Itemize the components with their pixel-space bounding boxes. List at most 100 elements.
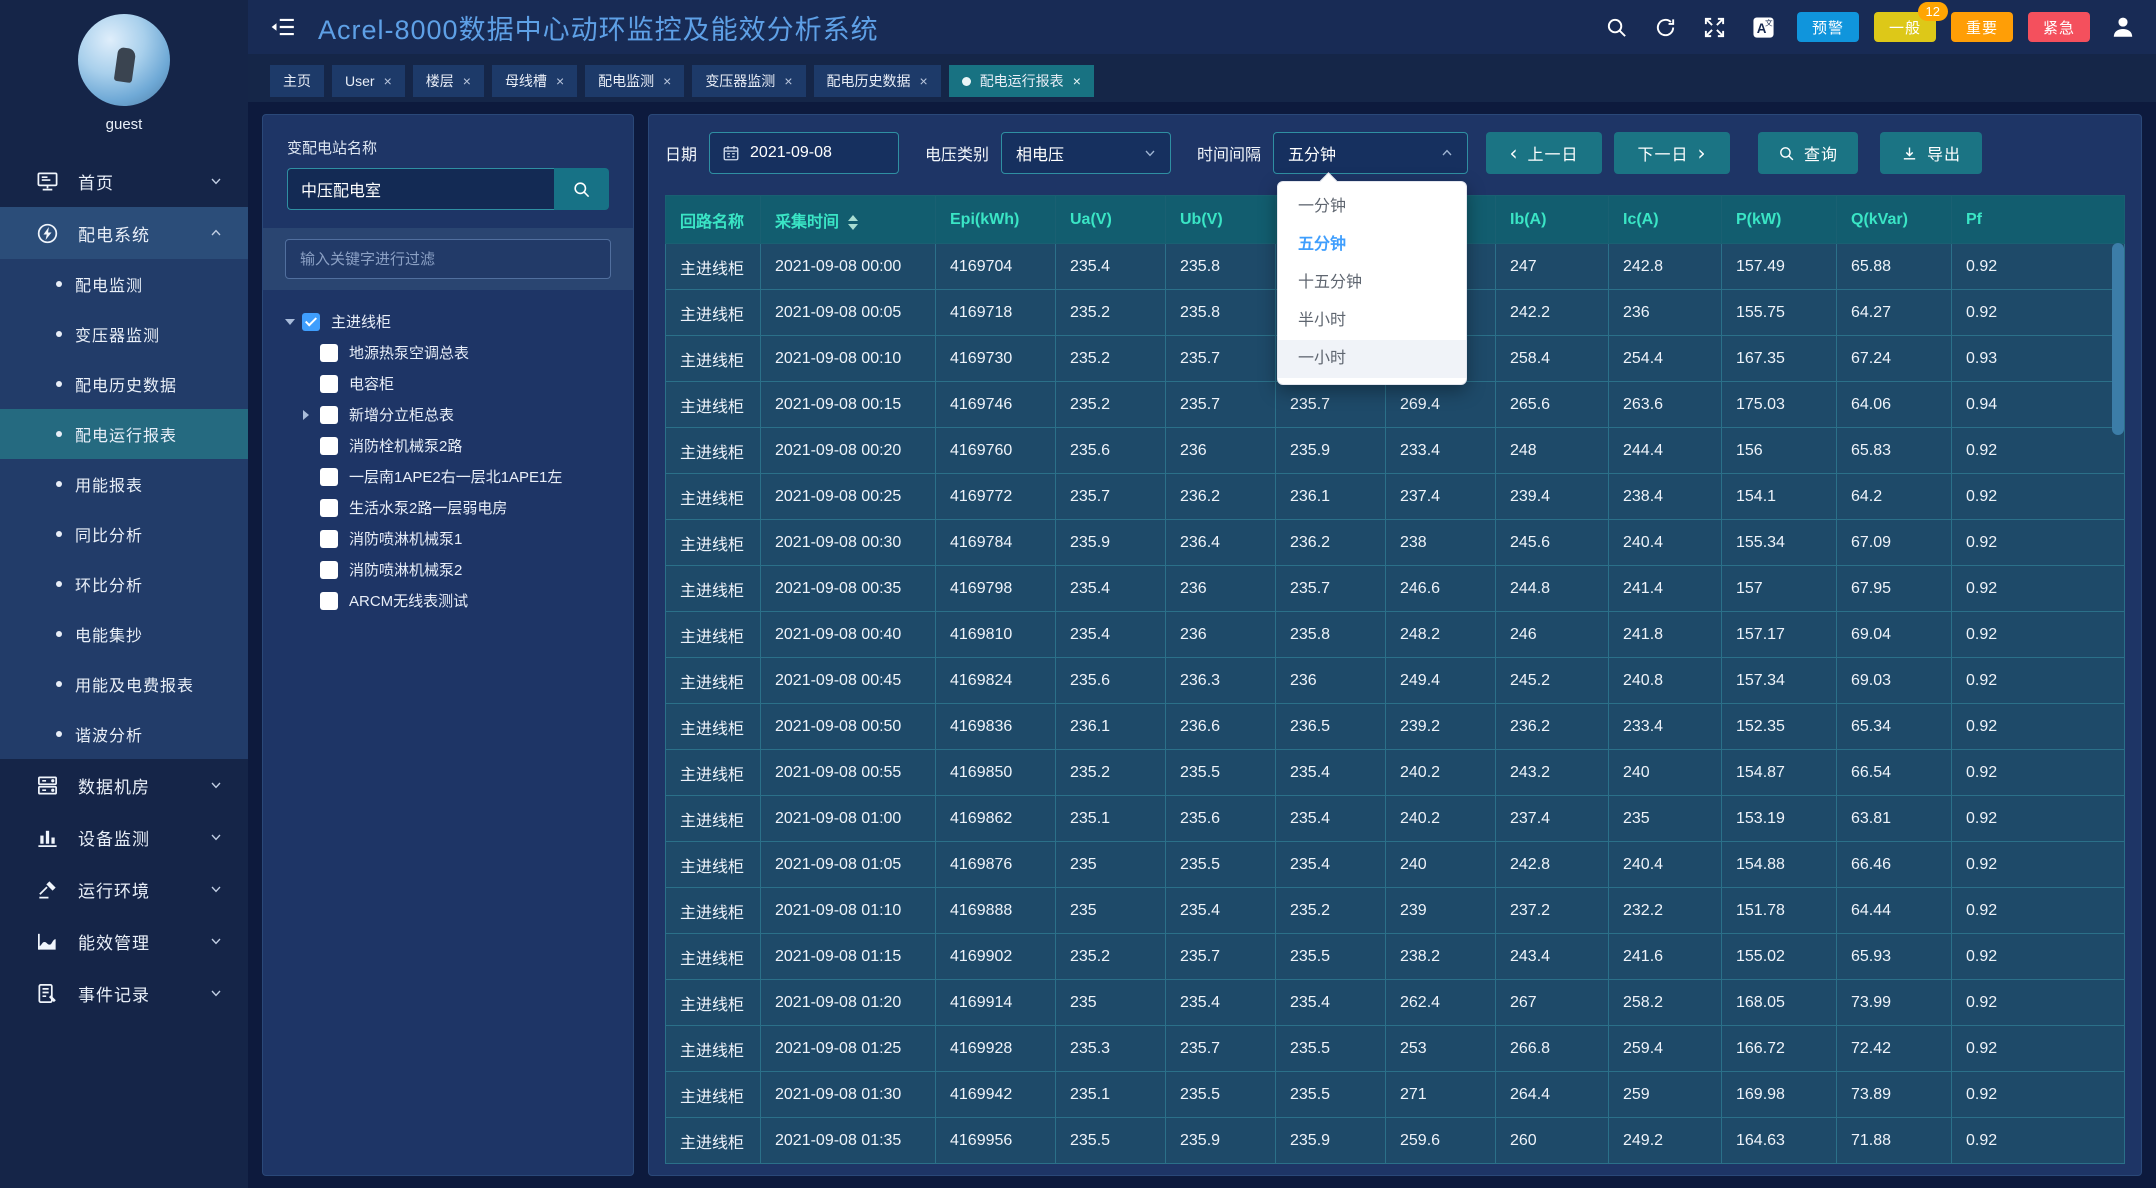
table-row[interactable]: 主进线柜2021-09-08 01:254169928235.3235.7235… xyxy=(666,1026,2125,1072)
checkbox-unchecked[interactable] xyxy=(320,468,338,486)
dropdown-option[interactable]: 五分钟 xyxy=(1278,226,1466,264)
table-row[interactable]: 主进线柜2021-09-08 01:354169956235.5235.9235… xyxy=(666,1118,2125,1164)
table-row[interactable]: 主进线柜2021-09-08 00:354169798235.4236235.7… xyxy=(666,566,2125,612)
tab-close-icon[interactable]: × xyxy=(784,74,792,88)
tab[interactable]: 配电历史数据 × xyxy=(814,65,941,97)
next-day-button[interactable]: 下一日 › xyxy=(1614,132,1730,174)
translate-icon[interactable] xyxy=(1752,16,1775,39)
station-search-input[interactable] xyxy=(287,168,554,210)
alert-button[interactable]: 重要 xyxy=(1951,12,2013,42)
tree-row[interactable]: 电容柜 xyxy=(285,368,621,399)
table-row[interactable]: 主进线柜2021-09-08 01:054169876235235.5235.4… xyxy=(666,842,2125,888)
prev-day-button[interactable]: ‹ 上一日 xyxy=(1486,132,1602,174)
caret-right-icon[interactable] xyxy=(303,410,309,420)
export-button[interactable]: 导出 xyxy=(1880,132,1982,174)
alert-button[interactable]: 预警 xyxy=(1797,12,1859,42)
sidebar-subitem[interactable]: 配电运行报表 xyxy=(0,409,248,459)
tab-close-icon[interactable]: × xyxy=(556,74,564,88)
tab[interactable]: 配电运行报表 × xyxy=(949,65,1094,97)
tab-close-icon[interactable]: × xyxy=(384,74,392,88)
sidebar-item-monitor[interactable]: 首页 xyxy=(0,155,248,207)
date-input[interactable] xyxy=(750,144,888,162)
table-row[interactable]: 主进线柜2021-09-08 00:204169760235.6236235.9… xyxy=(666,428,2125,474)
search-icon[interactable] xyxy=(1605,16,1628,39)
vertical-scrollbar[interactable] xyxy=(2112,243,2124,435)
table-row[interactable]: 主进线柜2021-09-08 01:104169888235235.4235.2… xyxy=(666,888,2125,934)
table-row[interactable]: 主进线柜2021-09-08 00:454169824235.6236.3236… xyxy=(666,658,2125,704)
sidebar-subitem[interactable]: 电能集抄 xyxy=(0,609,248,659)
sidebar-subitem[interactable]: 配电监测 xyxy=(0,259,248,309)
sidebar-subitem[interactable]: 谐波分析 xyxy=(0,709,248,759)
tab-close-icon[interactable]: × xyxy=(463,74,471,88)
checkbox-checked[interactable] xyxy=(302,313,320,331)
tab[interactable]: 楼层 × xyxy=(413,65,484,97)
sidebar-item-environment[interactable]: 运行环境 xyxy=(0,863,248,915)
table-row[interactable]: 主进线柜2021-09-08 00:504169836236.1236.6236… xyxy=(666,704,2125,750)
tree-row[interactable]: ARCM无线表测试 xyxy=(285,585,621,616)
sidebar-subitem[interactable]: 变压器监测 xyxy=(0,309,248,359)
sidebar-item-energy[interactable]: 能效管理 xyxy=(0,915,248,967)
sidebar-subitem[interactable]: 环比分析 xyxy=(0,559,248,609)
tree-row[interactable]: 一层南1APE2右一层北1APE1左 xyxy=(285,461,621,492)
sidebar-item-device[interactable]: 设备监测 xyxy=(0,811,248,863)
caret-down-icon[interactable] xyxy=(285,319,295,325)
table-row[interactable]: 主进线柜2021-09-08 01:304169942235.1235.5235… xyxy=(666,1072,2125,1118)
tree-row[interactable]: 新增分立柜总表 xyxy=(285,399,621,430)
tree-row[interactable]: 地源热泵空调总表 xyxy=(285,337,621,368)
table-row[interactable]: 主进线柜2021-09-08 00:554169850235.2235.5235… xyxy=(666,750,2125,796)
checkbox-unchecked[interactable] xyxy=(320,406,338,424)
sidebar-subitem[interactable]: 同比分析 xyxy=(0,509,248,559)
user-icon[interactable] xyxy=(2110,14,2136,40)
sidebar-item-power[interactable]: 配电系统 xyxy=(0,207,248,259)
sidebar-subitem[interactable]: 配电历史数据 xyxy=(0,359,248,409)
sidebar-subitem[interactable]: 用能及电费报表 xyxy=(0,659,248,709)
tab-close-icon[interactable]: × xyxy=(663,74,671,88)
sort-icon[interactable] xyxy=(848,215,858,230)
sidebar-subitem[interactable]: 用能报表 xyxy=(0,459,248,509)
dropdown-option[interactable]: 十五分钟 xyxy=(1278,264,1466,302)
tree-row[interactable]: 消防喷淋机械泵2 xyxy=(285,554,621,585)
tree-root-row[interactable]: 主进线柜 xyxy=(285,306,621,337)
table-row[interactable]: 主进线柜2021-09-08 00:404169810235.4236235.8… xyxy=(666,612,2125,658)
tab-close-icon[interactable]: × xyxy=(920,74,928,88)
tab[interactable]: 变压器监测 × xyxy=(692,65,805,97)
date-picker[interactable] xyxy=(709,132,899,174)
checkbox-unchecked[interactable] xyxy=(320,561,338,579)
dropdown-option[interactable]: 一分钟 xyxy=(1278,188,1466,226)
tree-row[interactable]: 消防喷淋机械泵1 xyxy=(285,523,621,554)
checkbox-unchecked[interactable] xyxy=(320,437,338,455)
menu-collapse-icon[interactable] xyxy=(270,14,296,40)
tab[interactable]: 母线槽 × xyxy=(492,65,577,97)
tree-row[interactable]: 生活水泵2路一层弱电房 xyxy=(285,492,621,523)
tab[interactable]: 配电监测 × xyxy=(585,65,684,97)
checkbox-unchecked[interactable] xyxy=(320,499,338,517)
dropdown-option[interactable]: 半小时 xyxy=(1278,302,1466,340)
refresh-icon[interactable] xyxy=(1654,16,1677,39)
sidebar-item-event[interactable]: 事件记录 xyxy=(0,967,248,1019)
fullscreen-icon[interactable] xyxy=(1703,16,1726,39)
column-header[interactable]: 采集时间 xyxy=(761,196,936,244)
checkbox-unchecked[interactable] xyxy=(320,592,338,610)
tree-row[interactable]: 消防栓机械泵2路 xyxy=(285,430,621,461)
query-button[interactable]: 查询 xyxy=(1758,132,1858,174)
table-row[interactable]: 主进线柜2021-09-08 01:004169862235.1235.6235… xyxy=(666,796,2125,842)
table-row[interactable]: 主进线柜2021-09-08 00:154169746235.2235.7235… xyxy=(666,382,2125,428)
table-row[interactable]: 主进线柜2021-09-08 00:254169772235.7236.2236… xyxy=(666,474,2125,520)
checkbox-unchecked[interactable] xyxy=(320,344,338,362)
tab[interactable]: 主页 xyxy=(270,65,324,97)
table-row[interactable]: 主进线柜2021-09-08 01:204169914235235.4235.4… xyxy=(666,980,2125,1026)
time-interval-select[interactable]: 五分钟 xyxy=(1273,132,1468,174)
table-row[interactable]: 主进线柜2021-09-08 01:154169902235.2235.7235… xyxy=(666,934,2125,980)
checkbox-unchecked[interactable] xyxy=(320,375,338,393)
sidebar-item-server[interactable]: 数据机房 xyxy=(0,759,248,811)
tab-close-icon[interactable]: × xyxy=(1073,74,1081,88)
station-search-button[interactable] xyxy=(554,168,609,210)
tree-filter-input[interactable] xyxy=(285,239,611,279)
alert-button[interactable]: 紧急 xyxy=(2028,12,2090,42)
table-row[interactable]: 主进线柜2021-09-08 00:304169784235.9236.4236… xyxy=(666,520,2125,566)
dropdown-option[interactable]: 一小时 xyxy=(1278,340,1466,378)
avatar[interactable] xyxy=(78,14,170,106)
checkbox-unchecked[interactable] xyxy=(320,530,338,548)
tab[interactable]: User × xyxy=(332,65,405,97)
voltage-type-select[interactable]: 相电压 xyxy=(1001,132,1171,174)
